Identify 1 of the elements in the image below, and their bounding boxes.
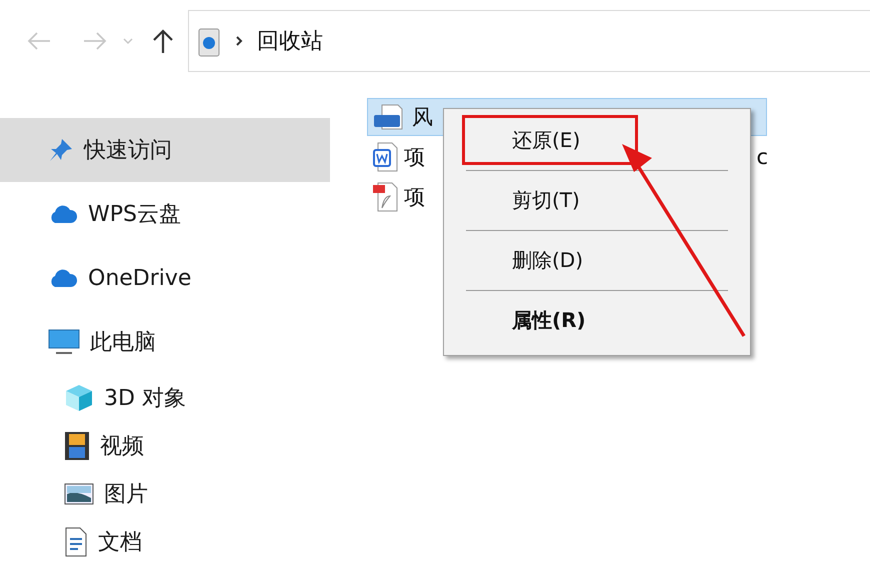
file-name-fragment: c [756, 145, 768, 169]
